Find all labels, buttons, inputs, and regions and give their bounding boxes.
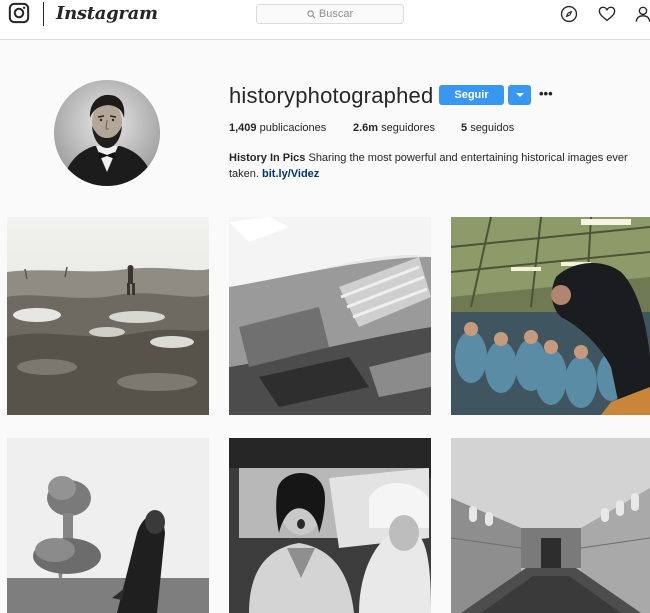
abandoned-pool-photo <box>451 438 650 613</box>
top-navigation-bar: Instagram Buscar <box>0 0 650 40</box>
person-icon[interactable] <box>634 5 650 23</box>
bio-name: History In Pics <box>229 152 306 164</box>
suggestions-dropdown-button[interactable] <box>508 85 531 105</box>
posts-stat: 1,409 publicaciones <box>229 122 326 134</box>
compass-icon[interactable] <box>560 5 578 23</box>
profile-bio: History In Pics Sharing the most powerfu… <box>229 150 641 182</box>
post-thumbnail[interactable] <box>451 438 650 613</box>
avatar-portrait-image <box>54 80 160 186</box>
header-divider <box>43 2 44 26</box>
instagram-camera-icon[interactable] <box>8 2 30 24</box>
followers-label: seguidores <box>381 122 435 134</box>
post-thumbnail[interactable] <box>451 217 650 415</box>
aerial-photo <box>229 217 431 415</box>
heart-icon[interactable] <box>598 5 616 23</box>
following-count: 5 <box>461 122 471 134</box>
followers-count: 2.6m <box>353 122 382 134</box>
car-portrait-photo <box>229 438 431 613</box>
post-thumbnail[interactable] <box>7 217 209 415</box>
instagram-logo[interactable]: Instagram <box>56 3 158 24</box>
post-thumbnail[interactable] <box>7 438 209 613</box>
bio-link[interactable]: bit.ly/Videz <box>262 168 319 180</box>
posts-count: 1,409 <box>229 122 260 134</box>
following-label: seguidos <box>470 122 515 134</box>
profile-avatar[interactable] <box>54 80 160 186</box>
search-placeholder: Buscar <box>318 8 354 20</box>
following-stat[interactable]: 5 seguidos <box>461 122 514 134</box>
post-thumbnail[interactable] <box>229 217 431 415</box>
more-options-button[interactable]: ••• <box>539 86 553 101</box>
search-input[interactable]: Buscar <box>256 4 404 24</box>
followers-stat[interactable]: 2.6m seguidores <box>353 122 435 134</box>
profile-username: historyphotographed <box>229 83 434 108</box>
factory-crowd-photo <box>451 217 650 415</box>
follow-button[interactable]: Seguir <box>439 85 504 105</box>
posts-label: publicaciones <box>259 122 327 134</box>
search-icon <box>307 9 316 18</box>
mushroom-cloud-photo <box>7 438 209 613</box>
post-thumbnail[interactable] <box>229 438 431 613</box>
battlefield-photo <box>7 217 209 415</box>
